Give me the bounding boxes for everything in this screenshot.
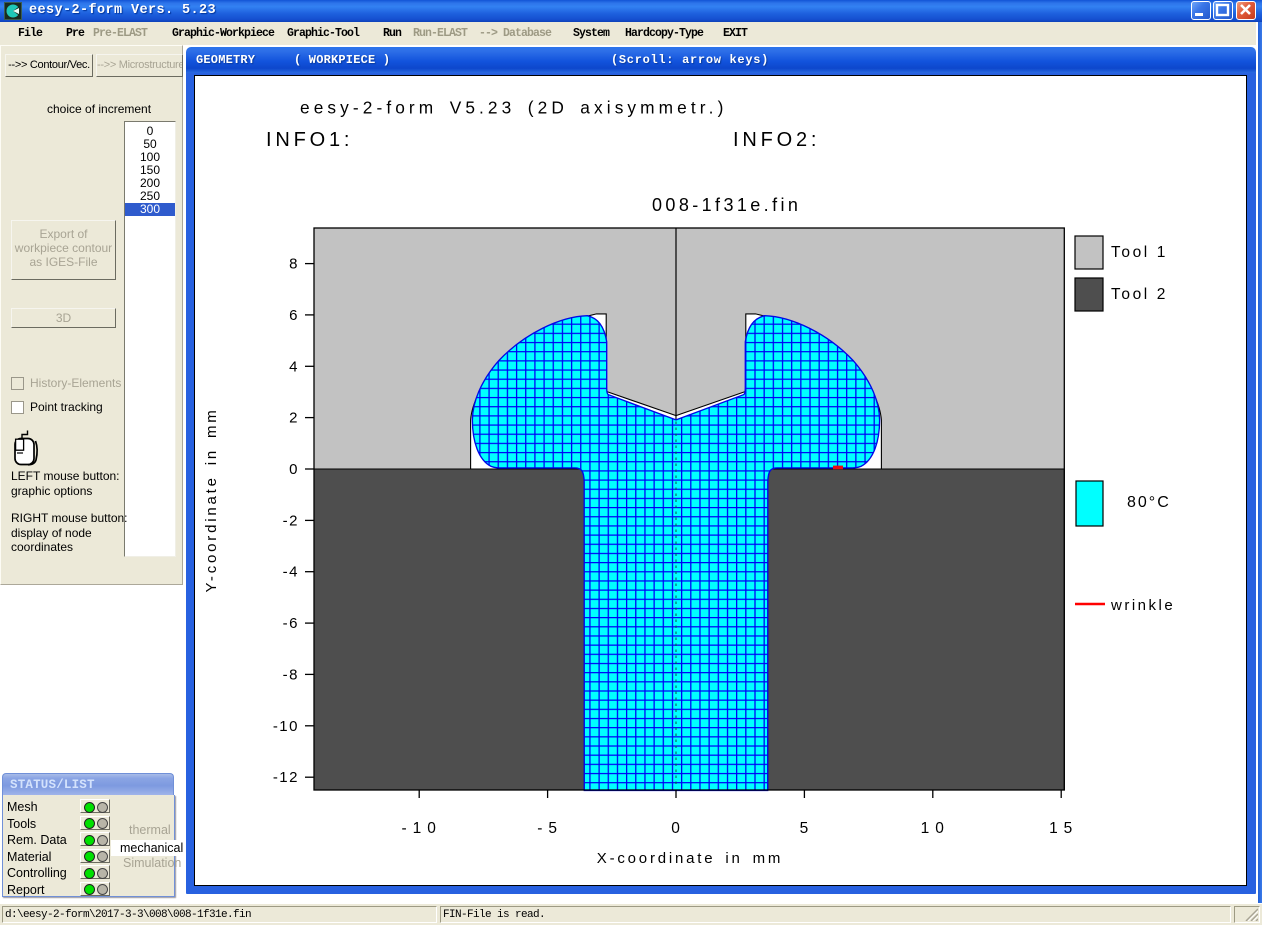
svg-text:Tool 2: Tool 2 (1111, 286, 1168, 303)
svg-text:Tool 1: Tool 1 (1111, 244, 1168, 261)
svg-text:-10: -10 (401, 820, 441, 837)
svg-text:INFO2:: INFO2: (733, 129, 820, 151)
svg-text:5: 5 (800, 820, 815, 837)
svg-text:Y-coordinate in mm: Y-coordinate in mm (203, 407, 220, 592)
svg-text:8: 8 (289, 256, 299, 273)
svg-text:-4: -4 (283, 564, 299, 581)
svg-text:0: 0 (671, 820, 686, 837)
svg-text:0: 0 (289, 461, 299, 478)
svg-text:15: 15 (1049, 820, 1078, 837)
svg-text:-6: -6 (283, 615, 299, 632)
svg-text:eesy-2-form V5.23 (2D axisymme: eesy-2-form V5.23 (2D axisymmetr.) (300, 98, 727, 118)
svg-text:008-1f31e.fin: 008-1f31e.fin (652, 195, 801, 215)
svg-text:-2: -2 (283, 512, 299, 529)
svg-text:wrinkle: wrinkle (1110, 597, 1175, 614)
svg-text:80°C: 80°C (1127, 494, 1171, 511)
svg-text:INFO1:: INFO1: (266, 129, 353, 151)
svg-text:4: 4 (289, 358, 299, 375)
svg-text:X-coordinate in mm: X-coordinate in mm (597, 850, 783, 867)
svg-text:6: 6 (289, 307, 299, 324)
svg-text:-10: -10 (273, 718, 299, 735)
svg-text:10: 10 (921, 820, 950, 837)
svg-text:-12: -12 (273, 769, 299, 786)
svg-text:-5: -5 (537, 820, 563, 837)
svg-text:-8: -8 (283, 666, 299, 683)
svg-text:2: 2 (289, 410, 299, 427)
